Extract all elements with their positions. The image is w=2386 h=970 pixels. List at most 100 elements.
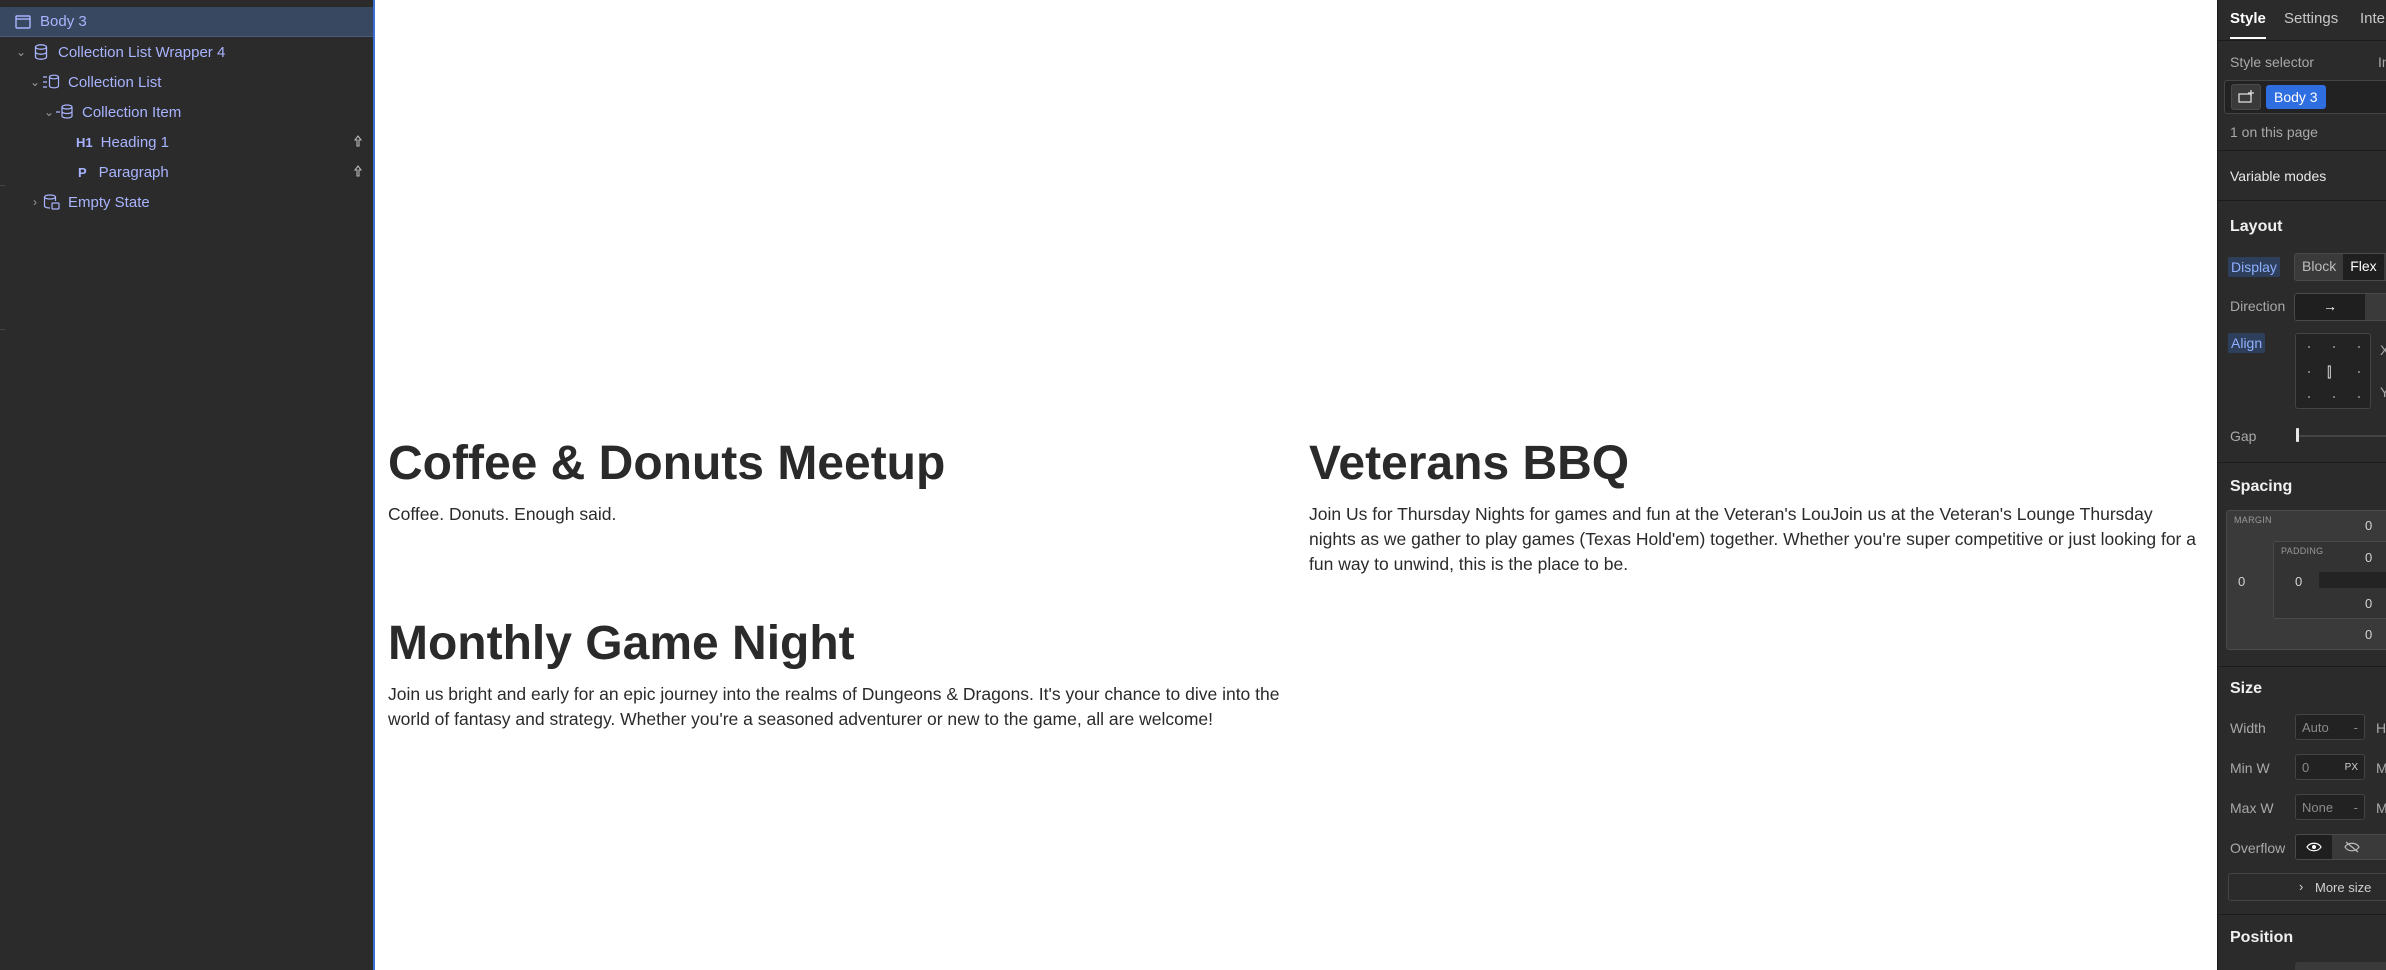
- height-label: H: [2376, 720, 2386, 736]
- direction-row-icon[interactable]: →: [2295, 294, 2365, 320]
- spacing-section-title[interactable]: Spacing: [2230, 478, 2292, 496]
- display-option-flex[interactable]: Flex: [2343, 254, 2384, 280]
- card-paragraph[interactable]: Join us bright and early for an epic jou…: [388, 682, 1288, 732]
- chevron-right-icon[interactable]: ›: [28, 195, 42, 209]
- navigator-item-collection-item[interactable]: ⌄ Collection Item: [0, 97, 373, 127]
- width-input[interactable]: Auto -: [2295, 714, 2365, 740]
- navigator-item-collection-list-wrapper[interactable]: ⌄ Collection List Wrapper 4: [0, 37, 373, 67]
- position-select[interactable]: [2295, 962, 2386, 970]
- divider: [2218, 462, 2386, 463]
- collection-item-card[interactable]: Coffee & Donuts Meetup Coffee. Donuts. E…: [388, 436, 1288, 527]
- navigator-item-label: Collection List: [68, 73, 162, 91]
- divider: [2218, 914, 2386, 915]
- max-height-label: M: [2376, 800, 2386, 816]
- card-heading[interactable]: Coffee & Donuts Meetup: [388, 436, 1288, 492]
- padding-left-value[interactable]: 0: [2295, 574, 2302, 589]
- margin-label: MARGIN: [2234, 515, 2272, 525]
- tab-interactions[interactable]: Inte: [2360, 10, 2385, 27]
- direction-label: Direction: [2230, 298, 2286, 314]
- collection-item-card[interactable]: Monthly Game Night Join us bright and ea…: [388, 616, 1288, 732]
- overflow-label: Overflow: [2230, 840, 2286, 856]
- padding-bottom-value[interactable]: 0: [2365, 596, 2372, 611]
- direction-control[interactable]: →: [2294, 293, 2386, 321]
- navigator-item-heading-1[interactable]: H1 Heading 1: [0, 127, 373, 157]
- more-size-label: More size: [2315, 880, 2372, 895]
- gap-slider-track[interactable]: [2296, 435, 2386, 437]
- divider: [2218, 150, 2386, 151]
- style-selector-label: Style selector: [2230, 54, 2315, 70]
- align-x-label: X: [2380, 342, 2386, 358]
- card-paragraph[interactable]: Coffee. Donuts. Enough said.: [388, 502, 1288, 527]
- layout-section-title[interactable]: Layout: [2230, 218, 2282, 236]
- min-width-input[interactable]: 0 PX: [2295, 754, 2365, 780]
- display-label[interactable]: Display: [2228, 257, 2280, 277]
- padding-top-value[interactable]: 0: [2365, 550, 2372, 565]
- on-page-count: 1 on this page: [2230, 124, 2318, 140]
- align-label[interactable]: Align: [2228, 333, 2266, 353]
- chevron-down-icon[interactable]: ⌄: [42, 105, 56, 119]
- eye-icon[interactable]: [2296, 835, 2332, 859]
- min-width-unit[interactable]: PX: [2345, 762, 2358, 773]
- body-icon: [14, 14, 32, 30]
- empty-state-icon: [42, 194, 60, 210]
- eye-off-icon[interactable]: [2332, 835, 2372, 859]
- margin-top-value[interactable]: 0: [2365, 518, 2372, 533]
- navigator-panel: Body 3 ⌄ Collection List Wrapper 4 ⌄ Col…: [0, 0, 375, 970]
- navigator-item-empty-state[interactable]: › Empty State: [0, 187, 373, 217]
- chevron-down-icon[interactable]: ⌄: [14, 45, 28, 59]
- chevron-down-icon[interactable]: ⌄: [28, 75, 42, 89]
- min-width-label: Min W: [2230, 760, 2270, 776]
- h1-tag-icon: H1: [76, 134, 93, 150]
- margin-left-value[interactable]: 0: [2238, 574, 2245, 589]
- active-tab-indicator: [2230, 37, 2266, 39]
- paragraph-tag-icon: P: [78, 164, 87, 180]
- gap-label: Gap: [2230, 428, 2257, 444]
- chevron-right-icon: ›: [2299, 879, 2304, 894]
- navigator-item-label: Body 3: [40, 13, 87, 30]
- tab-settings[interactable]: Settings: [2284, 10, 2338, 27]
- card-paragraph[interactable]: Join Us for Thursday Nights for games an…: [1309, 502, 2199, 577]
- margin-bottom-value[interactable]: 0: [2365, 627, 2372, 642]
- collection-item-card[interactable]: Veterans BBQ Join Us for Thursday Nights…: [1309, 436, 2199, 577]
- chevron-down-icon: -: [2353, 719, 2358, 735]
- display-option-block[interactable]: Block: [2295, 254, 2343, 280]
- align-y-label: Y: [2380, 384, 2386, 400]
- navigator-item-label: Collection List Wrapper 4: [58, 43, 226, 61]
- size-section-title[interactable]: Size: [2230, 680, 2262, 698]
- content-box: [2319, 572, 2386, 588]
- divider: [2218, 200, 2386, 201]
- component-link-icon: [353, 164, 363, 180]
- max-width-input[interactable]: None -: [2295, 794, 2365, 820]
- style-selector-inherit-label[interactable]: In: [2378, 54, 2386, 70]
- navigator-item-body[interactable]: Body 3: [0, 7, 373, 37]
- navigator-item-label: Heading 1: [100, 133, 170, 151]
- min-width-value: 0: [2302, 759, 2310, 775]
- navigator-item-label: Empty State: [68, 193, 150, 211]
- width-label: Width: [2230, 720, 2266, 736]
- add-class-icon[interactable]: [2231, 84, 2261, 110]
- align-grid[interactable]: ⫿: [2295, 333, 2371, 409]
- design-canvas[interactable]: Coffee & Donuts Meetup Coffee. Donuts. E…: [375, 0, 2217, 970]
- display-segmented-control[interactable]: Block Flex: [2294, 253, 2386, 281]
- overflow-control[interactable]: [2295, 834, 2386, 860]
- chevron-down-icon: -: [2353, 799, 2358, 815]
- max-width-label: Max W: [2230, 800, 2274, 816]
- navigator-item-paragraph[interactable]: P Paragraph: [0, 157, 373, 187]
- variable-modes-label[interactable]: Variable modes: [2230, 168, 2326, 184]
- padding-label: PADDING: [2281, 546, 2324, 556]
- position-section-title[interactable]: Position: [2230, 929, 2293, 947]
- more-size-options-button[interactable]: › More size: [2228, 873, 2386, 901]
- card-heading[interactable]: Monthly Game Night: [388, 616, 1288, 672]
- width-value: Auto: [2302, 719, 2329, 735]
- style-panel: Style Settings Inte Style selector In Bo…: [2217, 0, 2386, 970]
- navigator-item-label: Paragraph: [98, 163, 169, 181]
- card-heading[interactable]: Veterans BBQ: [1309, 436, 2199, 492]
- max-width-value: None: [2302, 799, 2334, 815]
- gap-slider-handle[interactable]: [2296, 428, 2299, 442]
- selector-chip[interactable]: Body 3: [2266, 85, 2326, 109]
- navigator-item-collection-list[interactable]: ⌄ Collection List: [0, 67, 373, 97]
- navigator-item-label: Collection Item: [82, 103, 182, 121]
- tab-style[interactable]: Style: [2230, 10, 2266, 27]
- divider: [2218, 40, 2386, 41]
- min-height-label: M: [2376, 760, 2386, 776]
